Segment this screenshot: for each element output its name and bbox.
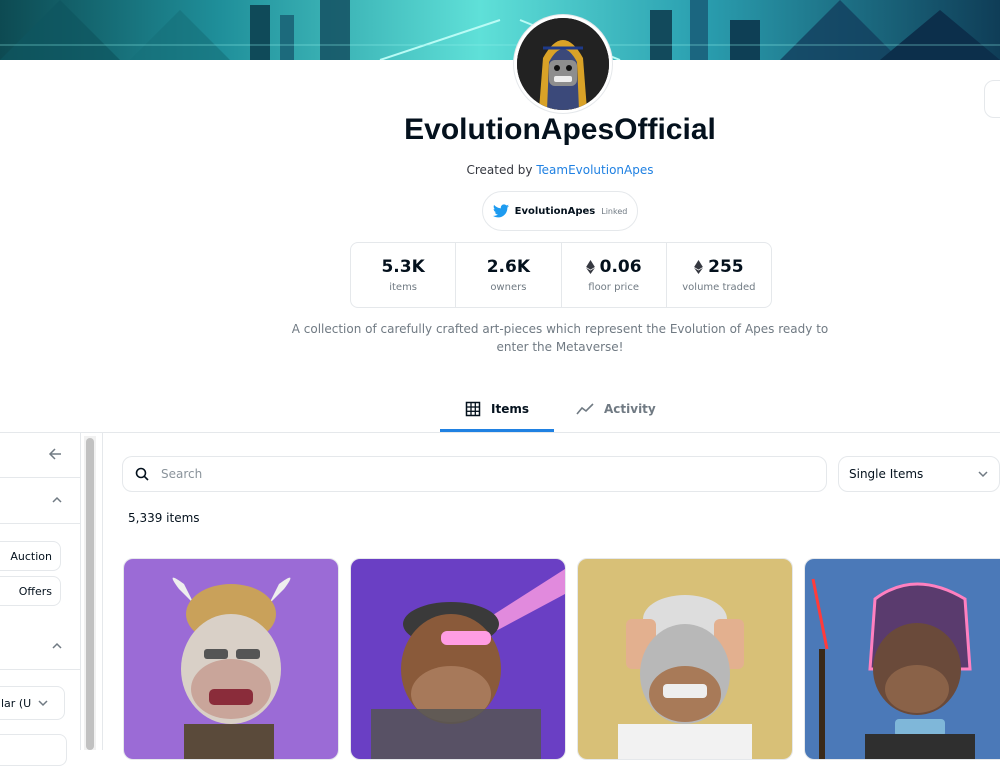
created-by: Created by TeamEvolutionApes bbox=[0, 163, 1000, 177]
currency-select[interactable]: lar (U bbox=[0, 686, 65, 720]
tab-items[interactable]: Items bbox=[440, 389, 554, 432]
stat-floor-price-label: floor price bbox=[588, 282, 639, 293]
item-count: 5,339 items bbox=[128, 511, 200, 525]
filter-section-status[interactable] bbox=[0, 477, 80, 524]
tab-activity-label: Activity bbox=[604, 402, 656, 416]
collection-stats: 5.3K items 2.6K owners 0.06 floor price … bbox=[350, 242, 772, 308]
stat-owners-label: owners bbox=[490, 282, 527, 293]
filter-section-price[interactable] bbox=[0, 623, 80, 670]
search-bar[interactable] bbox=[122, 456, 827, 492]
search-input[interactable] bbox=[159, 466, 763, 482]
stat-floor-price[interactable]: 0.06 floor price bbox=[562, 243, 667, 307]
collection-tabs: Items Activity bbox=[0, 389, 1000, 433]
scrollbar-thumb[interactable] bbox=[86, 438, 94, 750]
ethereum-icon bbox=[585, 260, 595, 274]
price-min-input[interactable] bbox=[0, 734, 67, 766]
filter-offers-button[interactable]: Offers bbox=[0, 576, 61, 606]
collection-description: A collection of carefully crafted art-pi… bbox=[291, 322, 829, 354]
nft-card[interactable] bbox=[350, 558, 566, 760]
stat-owners-value: 2.6K bbox=[486, 257, 531, 277]
filter-auction-button[interactable]: Auction bbox=[0, 541, 61, 571]
chevron-up-icon bbox=[52, 496, 62, 503]
chevron-down-icon bbox=[978, 471, 988, 478]
nft-image bbox=[805, 559, 1000, 759]
nft-card[interactable] bbox=[804, 558, 1000, 760]
grid-icon bbox=[465, 401, 481, 417]
tab-items-label: Items bbox=[491, 402, 529, 416]
created-by-label: Created by bbox=[466, 163, 533, 177]
content-divider bbox=[102, 433, 103, 750]
chevron-up-icon bbox=[52, 642, 62, 649]
stat-owners[interactable]: 2.6K owners bbox=[456, 243, 562, 307]
stat-volume-traded[interactable]: 255 volume traded bbox=[667, 243, 771, 307]
stat-items-label: items bbox=[389, 282, 418, 293]
view-type-select[interactable]: Single Items bbox=[838, 456, 1000, 492]
nft-image bbox=[351, 559, 565, 759]
nft-card[interactable] bbox=[123, 558, 339, 760]
currency-select-value: lar (U bbox=[1, 696, 32, 710]
ethereum-icon bbox=[694, 260, 703, 274]
twitter-bird-icon bbox=[492, 204, 509, 218]
twitter-link[interactable]: EvolutionApes Linked bbox=[482, 191, 638, 231]
activity-chart-icon bbox=[576, 403, 594, 415]
arrow-left-icon[interactable] bbox=[48, 447, 62, 461]
stat-volume-traded-label: volume traded bbox=[682, 282, 756, 293]
search-icon bbox=[135, 467, 149, 481]
stat-items[interactable]: 5.3K items bbox=[351, 243, 457, 307]
nft-image bbox=[124, 559, 338, 759]
view-type-select-value: Single Items bbox=[849, 467, 924, 481]
sidebar-scrollbar[interactable] bbox=[84, 436, 96, 750]
nft-card[interactable] bbox=[577, 558, 793, 760]
chevron-down-icon bbox=[38, 700, 48, 707]
stat-items-value: 5.3K bbox=[381, 257, 425, 277]
stat-floor-price-value: 0.06 bbox=[599, 257, 642, 277]
tab-activity[interactable]: Activity bbox=[576, 389, 656, 429]
sidebar-header bbox=[0, 433, 80, 478]
twitter-linked-status: Linked bbox=[601, 206, 628, 216]
collection-avatar bbox=[514, 15, 612, 113]
nft-image bbox=[578, 559, 792, 759]
stat-volume-traded-value: 255 bbox=[708, 257, 744, 277]
creator-link[interactable]: TeamEvolutionApes bbox=[536, 163, 653, 177]
collection-banner bbox=[0, 0, 1000, 60]
collection-title: EvolutionApesOfficial bbox=[404, 113, 716, 146]
twitter-handle: EvolutionApes bbox=[514, 205, 596, 217]
